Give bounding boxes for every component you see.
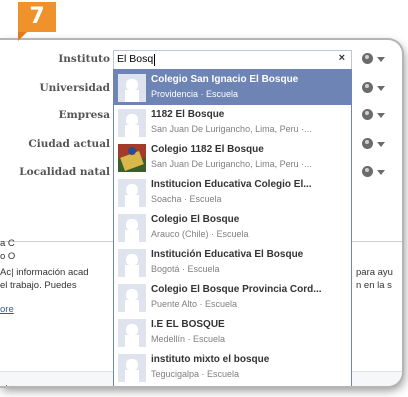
instituto-search-input[interactable]: El Bosq × <box>113 50 352 70</box>
default-profile-icon <box>118 319 146 347</box>
globe-icon <box>362 53 373 64</box>
label-localidad-natal: Localidad natal <box>19 166 110 178</box>
globe-icon <box>362 82 373 93</box>
default-profile-icon <box>118 284 146 312</box>
suggestion-name: Colegio 1182 El Bosque <box>151 144 264 155</box>
suggestion-item[interactable]: Colegio San Ignacio El Bosque Providencia… <box>114 70 351 106</box>
suggestion-subtitle: Puente Alto · Escuela <box>151 299 238 309</box>
background-text-fragment: Ac| información acad <box>0 267 89 278</box>
text-caret <box>154 54 155 66</box>
default-profile-icon <box>118 109 146 137</box>
background-text-fragment: a C <box>0 238 15 249</box>
suggestion-subtitle: Soacha · Escuela <box>151 194 222 204</box>
suggestion-subtitle: Arauco (Chile) · Escuela <box>151 229 249 239</box>
suggestion-subtitle: Medellín · Escuela <box>151 334 226 344</box>
default-profile-icon <box>118 249 146 277</box>
default-profile-icon <box>118 214 146 242</box>
suggestion-name: Colegio El Bosque Provincia Cord... <box>151 284 322 295</box>
globe-icon <box>362 138 373 149</box>
suggestion-name: Colegio San Ignacio El Bosque <box>151 74 299 85</box>
privacy-selector-universidad[interactable] <box>362 82 392 96</box>
label-ciudad-actual: Ciudad actual <box>28 138 110 150</box>
suggestion-subtitle: Bogotá · Escuela <box>151 264 220 274</box>
suggestion-item[interactable]: 1182 El Bosque San Juan De Lurigancho, Li… <box>114 105 351 141</box>
privacy-selector-localidad-natal[interactable] <box>362 166 392 180</box>
suggestion-subtitle: San Juan De Lurigancho, Lima, Peru ·... <box>151 124 312 134</box>
globe-icon <box>362 166 373 177</box>
step-number-badge: 7 <box>18 2 56 32</box>
dropdown-arrow-icon <box>377 170 385 175</box>
suggestion-name: I.E EL BOSQUE <box>151 319 225 330</box>
background-text-fragment: nta <box>0 383 13 386</box>
suggestion-subtitle: Providencia · Escuela <box>151 89 239 99</box>
background-link[interactable]: ore <box>0 304 14 315</box>
background-text-fragment: para ayu <box>356 267 393 278</box>
school-photo-thumbnail <box>118 144 146 172</box>
dropdown-arrow-icon <box>377 86 385 91</box>
default-profile-icon <box>118 354 146 382</box>
dropdown-arrow-icon <box>377 142 385 147</box>
suggestion-name: Colegio El Bosque <box>151 214 240 225</box>
default-profile-icon <box>118 74 146 102</box>
background-text-fragment: o O <box>0 251 16 262</box>
default-profile-icon <box>118 179 146 207</box>
suggestion-name: Institucion Educativa Colegio El... <box>151 179 312 190</box>
label-instituto: Instituto <box>58 53 110 65</box>
suggestion-item[interactable]: I.E EL BOSQUE Medellín · Escuela <box>114 315 351 351</box>
clear-input-icon[interactable]: × <box>339 52 345 64</box>
suggestion-item[interactable]: Colegio 1182 El Bosque San Juan De Luriga… <box>114 140 351 176</box>
label-empresa: Empresa <box>58 109 110 121</box>
background-text-fragment: el trabajo. Puedes <box>0 280 77 291</box>
instituto-input-value: El Bosq <box>117 53 154 65</box>
suggestion-subtitle: Tegucigalpa · Escuela <box>151 369 240 379</box>
suggestion-subtitle: San Juan De Lurigancho, Lima, Peru ·... <box>151 159 312 169</box>
suggestion-dropdown: Colegio San Ignacio El Bosque Providencia… <box>113 69 352 386</box>
dropdown-arrow-icon <box>377 113 385 118</box>
suggestion-name: Institución Educativa El Bosque <box>151 249 304 260</box>
suggestion-item[interactable]: Colegio El Bosque Arauco (Chile) · Escuel… <box>114 210 351 246</box>
globe-icon <box>362 109 373 120</box>
background-text-fragment: n en la s <box>356 280 392 291</box>
suggestion-name: 1182 El Bosque <box>151 109 225 120</box>
suggestion-item[interactable]: Institución Educativa El Bosque Bogotá · … <box>114 245 351 281</box>
step-badge-tail <box>18 32 27 41</box>
privacy-selector-empresa[interactable] <box>362 109 392 123</box>
suggestion-name: instituto mixto el bosque <box>151 354 270 365</box>
suggestion-item[interactable]: Colegio El Bosque Provincia Cord... Puent… <box>114 280 351 316</box>
label-universidad: Universidad <box>39 82 110 94</box>
dropdown-arrow-icon <box>377 57 385 62</box>
privacy-selector-ciudad-actual[interactable] <box>362 138 392 152</box>
education-edit-popup: Instituto Universidad Empresa Ciudad act… <box>0 40 402 386</box>
privacy-selector-instituto[interactable] <box>362 53 392 67</box>
suggestion-item[interactable]: instituto mixto el bosque Tegucigalpa · E… <box>114 350 351 386</box>
suggestion-item[interactable]: Institucion Educativa Colegio El... Soach… <box>114 175 351 211</box>
